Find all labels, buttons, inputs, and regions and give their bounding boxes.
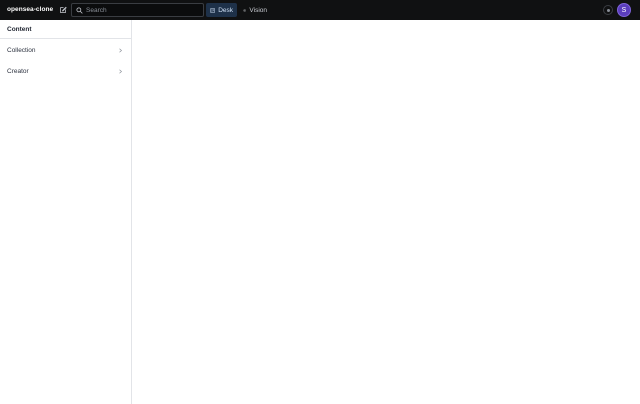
- tab-desk[interactable]: Desk: [206, 3, 237, 17]
- tab-desk-label: Desk: [218, 6, 233, 14]
- tab-vision[interactable]: Vision: [239, 3, 271, 17]
- project-name[interactable]: opensea-clone: [7, 0, 53, 20]
- pane-title: Content: [0, 20, 131, 39]
- status-dot-icon: [606, 8, 610, 12]
- top-navbar: opensea-clone Desk Vision S: [0, 0, 640, 20]
- search-box[interactable]: [71, 3, 204, 17]
- tab-vision-label: Vision: [249, 6, 267, 14]
- search-icon: [76, 6, 83, 14]
- user-avatar[interactable]: S: [617, 3, 631, 17]
- compose-icon: [60, 6, 67, 13]
- list-item-creator[interactable]: Creator: [0, 61, 131, 82]
- main-content-area: [132, 20, 640, 404]
- compose-button[interactable]: [57, 4, 69, 16]
- content-type-list: Collection Creator: [0, 39, 131, 82]
- search-input[interactable]: [86, 4, 196, 16]
- list-item-label: Creator: [7, 68, 29, 75]
- list-item-collection[interactable]: Collection: [0, 40, 131, 61]
- desk-icon: [210, 7, 215, 13]
- chevron-right-icon: [119, 48, 122, 53]
- chevron-right-icon: [119, 69, 122, 74]
- eye-icon: [243, 8, 247, 12]
- content-pane: Content Collection Creator: [0, 20, 132, 404]
- status-indicator[interactable]: [603, 5, 613, 15]
- list-item-label: Collection: [7, 47, 36, 54]
